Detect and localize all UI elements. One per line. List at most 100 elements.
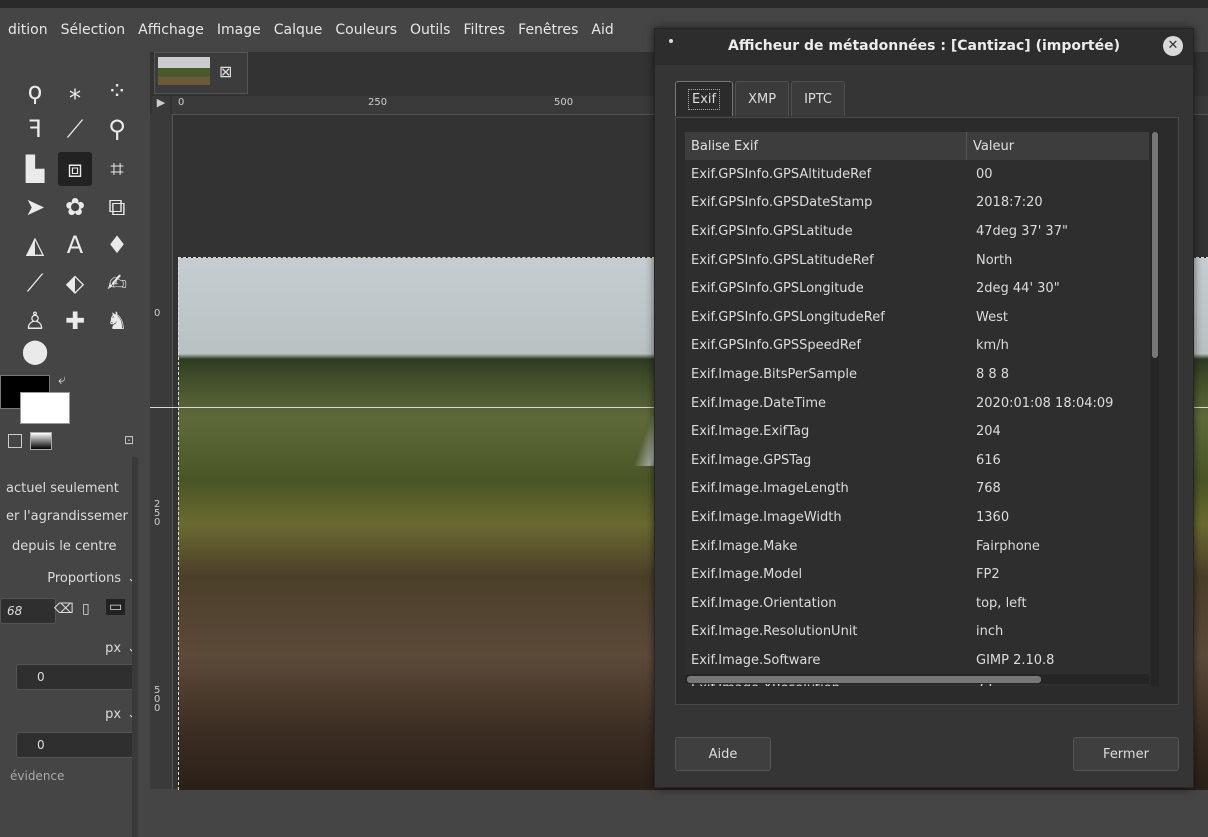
brush-preview-icon[interactable] [8,434,22,448]
gradient-icon[interactable]: ◭ [18,228,52,262]
warp-transform-icon[interactable]: ➤ [18,190,52,224]
menu-edit[interactable]: dition [8,22,48,38]
tab-iptc[interactable]: IPTC [791,81,846,116]
quick-mask-icon[interactable]: ▶ [152,96,170,114]
table-row[interactable]: Exif.Image.Make Fairphone [685,532,1149,561]
clone-icon[interactable]: ♙ [18,304,52,338]
image-thumbnail [158,57,210,85]
scrollbar-thumb[interactable] [1152,132,1158,358]
select-by-color-icon[interactable]: ⁘ [100,74,134,108]
paths-icon[interactable]: ꟻ [18,112,52,146]
cage-transform-icon[interactable]: ✿ [58,190,92,224]
table-row[interactable]: Exif.Image.Model FP2 [685,560,1149,589]
help-button[interactable]: Aide [675,737,771,771]
bucket-fill-icon[interactable]: ♦ [100,228,134,262]
table-row[interactable]: Exif.GPSInfo.GPSAltitudeRef 00 [685,160,1149,189]
option-expand-from-center[interactable]: depuis le centre [0,532,150,560]
background-color[interactable] [20,392,70,424]
size-unit-dropdown[interactable]: px ⌄ [0,700,146,728]
exif-value-cell: 1360 [976,509,1010,525]
eraser-icon[interactable]: ⬖ [58,266,92,300]
heal-icon[interactable]: ✚ [58,304,92,338]
option-highlight[interactable]: évidence [0,762,148,790]
table-row[interactable]: Exif.Image.GPSTag 616 [685,446,1149,475]
ratio-input[interactable]: 68 [0,598,56,624]
table-row[interactable]: Exif.Image.Orientation top, left [685,589,1149,618]
clear-icon[interactable]: ⌫ [54,601,74,617]
exif-tag-cell: Exif.Image.ExifTag [691,424,810,440]
metadata-viewer-dialog: Afficheur de métadonnées : [Cantizac] (i… [654,28,1194,788]
table-row[interactable]: Exif.GPSInfo.GPSDateStamp 2018:7:20 [685,189,1149,218]
exif-value-cell: 8 8 8 [976,366,1010,382]
vertical-ruler[interactable]: 0 2 5 0 5 0 0 [150,114,173,789]
menu-windows[interactable]: Fenêtres [518,22,578,38]
tab-xmp[interactable]: XMP [735,81,790,116]
horizontal-scrollbar[interactable] [685,674,1149,684]
menu-filters[interactable]: Filtres [463,22,505,38]
smudge-icon[interactable]: ⬤ [18,334,52,368]
exif-tag-cell: Exif.Image.Make [691,538,798,554]
color-picker-icon[interactable]: ⟋ [58,112,92,146]
close-icon[interactable]: ⊠ [219,62,232,81]
align-icon[interactable]: ▙ [18,152,52,186]
position-unit-dropdown[interactable]: px ⌄ [0,634,146,662]
table-row[interactable]: Exif.Image.ResolutionUnit inch [685,618,1149,647]
table-row[interactable]: Exif.Image.BitsPerSample 8 8 8 [685,360,1149,389]
swap-colors-icon[interactable]: ⤶ [58,372,66,388]
ink-icon[interactable]: ✍ [100,266,134,300]
menu-layer[interactable]: Calque [274,22,323,38]
zoom-icon[interactable]: ⚲ [100,112,134,146]
crop-icon[interactable]: ⧈ [58,152,92,186]
menu-help[interactable]: Aid [591,22,613,38]
paintbrush-icon[interactable]: ⟋ [18,266,52,300]
tab-exif[interactable]: Exif [675,81,734,116]
size-input[interactable]: 0 [16,732,138,758]
menu-image[interactable]: Image [217,22,261,38]
portrait-icon[interactable]: ▯ [82,601,90,617]
ruler-tick: 5 0 0 [154,685,161,714]
dodge-burn-icon[interactable]: ♞ [100,304,134,338]
column-header-value[interactable]: Valeur [967,132,1014,160]
table-row[interactable]: Exif.GPSInfo.GPSLongitudeRef West [685,303,1149,332]
image-tab[interactable]: ⊠ [154,52,248,94]
exif-value-cell: GIMP 2.10.8 [976,652,1055,668]
gradient-preview-icon[interactable] [30,432,52,450]
dialog-titlebar[interactable]: Afficheur de métadonnées : [Cantizac] (i… [655,29,1193,65]
lasso-icon[interactable]: ϙ [18,74,52,108]
configure-tab-icon[interactable]: ⊡ [124,433,134,447]
options-scrollbar[interactable] [132,457,138,837]
table-row[interactable]: Exif.Image.ImageWidth 1360 [685,503,1149,532]
vertical-scrollbar[interactable] [1151,132,1159,686]
exif-tag-cell: Exif.Image.BitsPerSample [691,366,857,382]
menu-tools[interactable]: Outils [410,22,450,38]
dialog-title: Afficheur de métadonnées : [Cantizac] (i… [728,38,1120,54]
exif-value-cell: FP2 [976,567,1000,583]
menu-colors[interactable]: Couleurs [335,22,397,38]
close-icon[interactable]: ✕ [1163,36,1183,56]
fixed-dropdown[interactable]: Proportions ⌄ [0,564,146,592]
table-row[interactable]: Exif.Image.ExifTag 204 [685,417,1149,446]
exif-value-cell: North [976,252,1013,268]
exif-value-cell: 47deg 37' 37" [976,223,1068,239]
unified-transform-icon[interactable]: ⌗ [100,152,134,186]
text-icon[interactable]: A [58,228,92,262]
exif-value-cell: 2020:01:08 18:04:09 [976,395,1114,411]
option-allow-enlarge[interactable]: er l'agrandissemer [0,502,144,530]
table-row[interactable]: Exif.Image.ImageLength 768 [685,475,1149,504]
menu-view[interactable]: Affichage [138,22,204,38]
column-header-tag[interactable]: Balise Exif [685,132,967,160]
perspective-icon[interactable]: ⧉ [100,190,134,224]
close-button[interactable]: Fermer [1073,737,1179,771]
scrollbar-thumb[interactable] [687,676,1041,683]
menu-select[interactable]: Sélection [61,22,126,38]
landscape-icon[interactable]: ▭ [106,599,126,615]
table-row[interactable]: Exif.GPSInfo.GPSLatitude 47deg 37' 37" [685,217,1149,246]
table-row[interactable]: Exif.GPSInfo.GPSSpeedRef km/h [685,332,1149,361]
fuzzy-select-icon[interactable]: ⁎ [58,74,92,108]
table-row[interactable]: Exif.GPSInfo.GPSLongitude 2deg 44' 30" [685,274,1149,303]
position-input[interactable]: 0 [16,664,138,690]
table-row[interactable]: Exif.Image.DateTime 2020:01:08 18:04:09 [685,389,1149,418]
option-current-only[interactable]: actuel seulement [0,474,144,502]
table-row[interactable]: Exif.Image.Software GIMP 2.10.8 [685,646,1149,675]
table-row[interactable]: Exif.GPSInfo.GPSLatitudeRef North [685,246,1149,275]
